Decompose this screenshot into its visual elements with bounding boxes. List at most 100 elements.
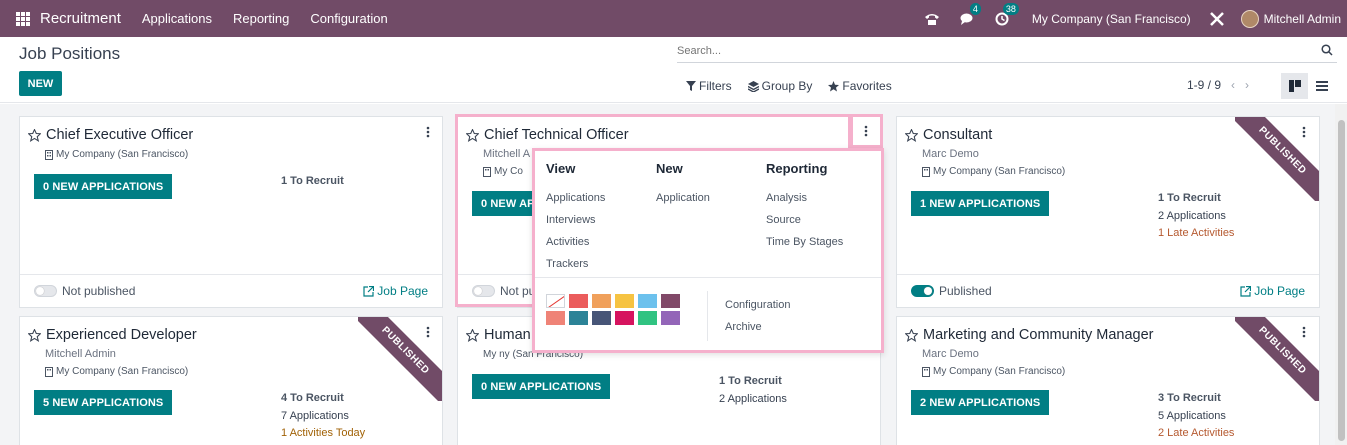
job-title[interactable]: Chief Executive Officer [46, 127, 193, 143]
messages-icon[interactable]: 4 [958, 2, 981, 29]
star-outline-icon[interactable] [28, 328, 41, 342]
applications-count[interactable]: 2 Applications [1158, 208, 1234, 226]
job-title[interactable]: Human [484, 327, 531, 343]
late-activities[interactable]: 1 Late Activities [1158, 225, 1234, 243]
job-page-link[interactable]: Job Page [1240, 284, 1305, 298]
company-switcher[interactable]: My Company (San Francisco) [1032, 12, 1191, 26]
building-icon [922, 166, 930, 177]
to-recruit[interactable]: 3 To Recruit [1158, 390, 1234, 408]
view-activities[interactable]: Activities [546, 231, 605, 253]
menu-configuration[interactable]: Configuration [310, 11, 387, 26]
to-recruit[interactable]: 1 To Recruit [281, 173, 344, 191]
card-actions-dropdown: View Applications Interviews Activities … [532, 148, 884, 353]
new-button[interactable]: NEW [19, 71, 62, 96]
kebab-menu-icon[interactable] [426, 126, 430, 138]
filters-button[interactable]: Filters [686, 79, 732, 93]
building-icon [922, 366, 930, 377]
color-swatch[interactable] [615, 311, 634, 325]
job-title[interactable]: Experienced Developer [46, 327, 197, 343]
user-avatar[interactable] [1240, 9, 1259, 28]
pager-previous-icon[interactable]: ‹ [1231, 78, 1235, 92]
view-interviews[interactable]: Interviews [546, 209, 605, 231]
company-name: My Company (San Francisco) [56, 149, 189, 160]
job-page-link[interactable]: Job Page [363, 284, 428, 298]
job-card-marketing-and-community-manager[interactable]: Marketing and Community Manager PUBLISHE… [896, 316, 1320, 445]
app-brand[interactable]: Recruitment [40, 10, 121, 27]
top-navbar: Recruitment Applications Reporting Confi… [0, 0, 1347, 37]
job-card-chief-executive-officer[interactable]: Chief Executive Officer My Company (San … [19, 116, 443, 308]
new-applications-button[interactable]: 0 NEW APPLICATIONS [472, 374, 611, 399]
company-name: My Company (San Francisco) [933, 166, 1066, 177]
star-outline-icon[interactable] [466, 128, 479, 142]
list-view-button[interactable] [1312, 73, 1332, 99]
scrollbar-thumb[interactable] [1338, 120, 1345, 441]
color-swatch[interactable] [569, 294, 588, 308]
menu-reporting[interactable]: Reporting [233, 11, 289, 26]
job-title[interactable]: Chief Technical Officer [484, 127, 629, 143]
list-icon [1316, 81, 1328, 91]
applications-count[interactable]: 5 Applications [1158, 408, 1234, 426]
view-trackers[interactable]: Trackers [546, 253, 605, 275]
publish-toggle[interactable] [472, 285, 495, 297]
tools-icon[interactable] [1207, 9, 1227, 29]
star-outline-icon[interactable] [28, 128, 41, 142]
applications-count[interactable]: 7 Applications [281, 408, 365, 426]
to-recruit[interactable]: 1 To Recruit [719, 373, 787, 391]
star-filled-icon [828, 80, 840, 91]
color-swatch[interactable] [592, 294, 611, 308]
new-applications-button[interactable]: 5 NEW APPLICATIONS [34, 390, 173, 415]
reporting-source[interactable]: Source [766, 209, 843, 231]
publish-toggle[interactable] [34, 285, 57, 297]
color-swatch[interactable] [546, 311, 565, 325]
color-swatch[interactable] [592, 311, 611, 325]
search-icon[interactable] [1321, 44, 1333, 59]
kanban-view-button[interactable] [1281, 73, 1308, 99]
menu-applications[interactable]: Applications [142, 11, 212, 26]
building-icon [45, 149, 53, 160]
job-card-consultant[interactable]: Consultant PUBLISHED Marc Demo My Compan… [896, 116, 1320, 308]
new-applications-button[interactable]: 2 NEW APPLICATIONS [911, 390, 1050, 415]
view-applications[interactable]: Applications [546, 187, 605, 209]
star-outline-icon[interactable] [905, 328, 918, 342]
to-recruit[interactable]: 1 To Recruit [1158, 190, 1234, 208]
activities-today[interactable]: 1 Activities Today [281, 425, 365, 443]
new-applications-button[interactable]: 0 NEW APPLICATIONS [34, 174, 173, 199]
color-swatch[interactable] [638, 294, 657, 308]
kebab-menu-icon-active[interactable] [864, 125, 868, 137]
color-swatch-none[interactable] [546, 294, 565, 308]
configuration-action[interactable]: Configuration [725, 294, 790, 316]
pager-value[interactable]: 1-9 / 9 [1187, 78, 1221, 92]
color-swatch[interactable] [661, 311, 680, 325]
publish-toggle[interactable] [911, 285, 934, 297]
published-ribbon: PUBLISHED [1235, 117, 1319, 201]
job-title[interactable]: Marketing and Community Manager [923, 327, 1154, 343]
favorites-label: Favorites [842, 79, 892, 93]
pager-next-icon[interactable]: › [1245, 78, 1249, 92]
phone-icon[interactable] [922, 9, 942, 29]
late-activities[interactable]: 2 Late Activities [1158, 425, 1234, 443]
responsible-user: Marc Demo [922, 148, 979, 160]
job-card-experienced-developer[interactable]: Experienced Developer PUBLISHED Mitchell… [19, 316, 443, 445]
to-recruit[interactable]: 4 To Recruit [281, 390, 365, 408]
new-applications-button[interactable]: 1 NEW APPLICATIONS [911, 191, 1050, 216]
favorites-button[interactable]: Favorites [828, 79, 892, 93]
vertical-scrollbar[interactable] [1335, 104, 1347, 445]
new-application[interactable]: Application [656, 187, 710, 209]
activities-clock-icon[interactable]: 38 [992, 2, 1019, 29]
job-title[interactable]: Consultant [923, 127, 992, 143]
group-by-button[interactable]: Group By [747, 79, 812, 93]
search-input[interactable] [677, 41, 1297, 61]
color-swatch[interactable] [615, 294, 634, 308]
color-swatch[interactable] [661, 294, 680, 308]
color-swatch[interactable] [569, 311, 588, 325]
reporting-time-by-stages[interactable]: Time By Stages [766, 231, 843, 253]
archive-action[interactable]: Archive [725, 316, 790, 338]
color-swatch[interactable] [638, 311, 657, 325]
user-menu[interactable]: Mitchell Admin [1264, 12, 1341, 26]
applications-count[interactable]: 2 Applications [719, 391, 787, 409]
star-outline-icon[interactable] [466, 328, 479, 342]
filter-icon [686, 81, 696, 91]
reporting-analysis[interactable]: Analysis [766, 187, 843, 209]
apps-grid-icon[interactable] [16, 11, 30, 26]
star-outline-icon[interactable] [905, 128, 918, 142]
